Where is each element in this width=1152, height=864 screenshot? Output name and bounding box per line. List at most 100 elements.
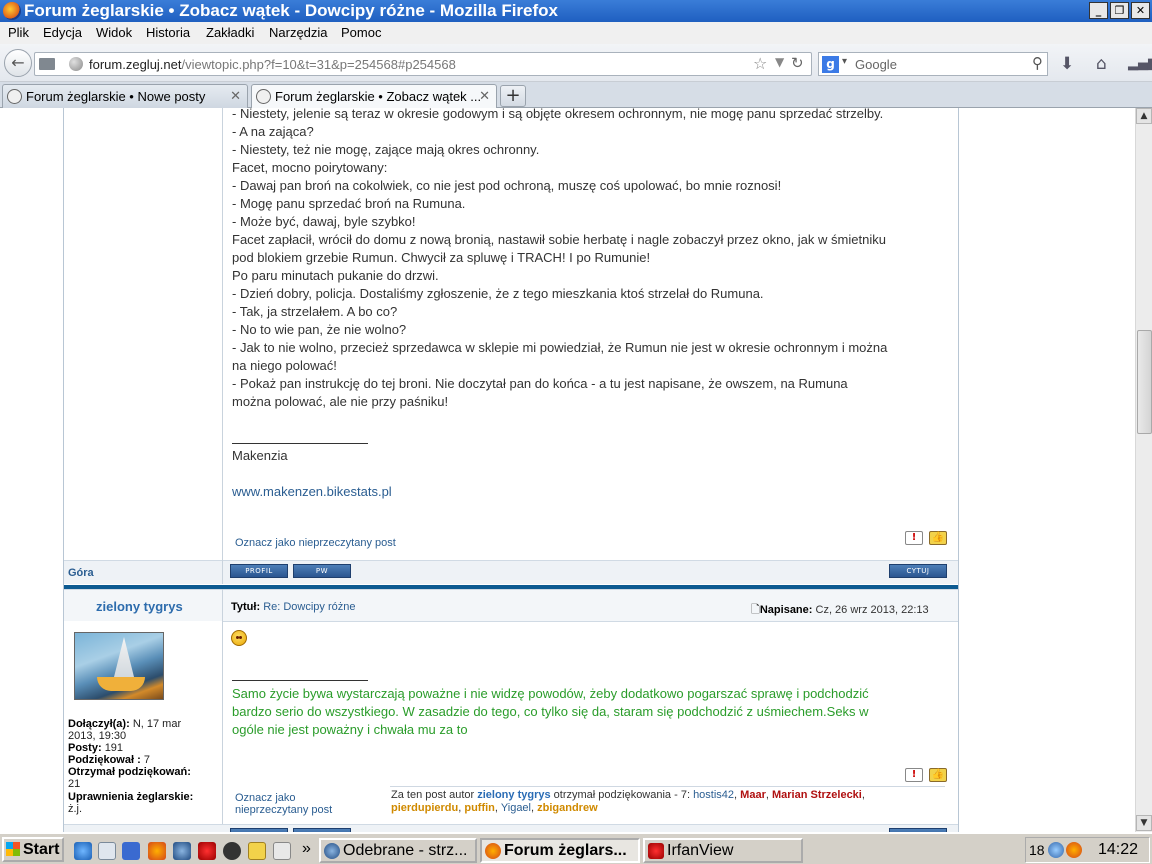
window-title: Forum żeglarskie • Zobacz wątek - Dowcip…	[24, 1, 559, 20]
tab-close-icon[interactable]: ✕	[230, 88, 241, 104]
title-value[interactable]: Re: Dowcipy różne	[263, 601, 355, 613]
thanks-icon[interactable]: 👍	[929, 768, 947, 782]
post-author-name[interactable]: zielony tygrys	[96, 599, 183, 614]
home-icon[interactable]: ⌂	[1096, 54, 1107, 74]
windows-logo-icon	[6, 842, 20, 856]
thanks-mid: otrzymał podziękowania - 7:	[553, 789, 690, 801]
thanks-user[interactable]: hostis42	[693, 789, 734, 801]
quote-button[interactable]: CYTUJ	[889, 564, 947, 578]
irfanview-quicklaunch-icon[interactable]	[198, 842, 216, 860]
firefox-quicklaunch-icon[interactable]	[148, 842, 166, 860]
thanks-user[interactable]: Yigael	[501, 802, 531, 814]
minimize-button[interactable]: _	[1089, 2, 1108, 19]
thanks-user[interactable]: pierdupierdu	[391, 802, 458, 814]
menu-zakladki[interactable]: Zakładki	[206, 25, 254, 40]
report-icon[interactable]: !	[905, 768, 923, 782]
menu-narzedzia[interactable]: Narzędzia	[269, 25, 328, 40]
thanks-divider	[390, 786, 945, 787]
mark-unread-link-2[interactable]: nieprzeczytany post	[235, 804, 332, 816]
scroll-up-icon[interactable]: ▲	[1136, 108, 1152, 124]
joined-label: Dołączył(a):	[68, 718, 130, 730]
profile-button[interactable]: PROFIL	[230, 564, 288, 578]
close-button[interactable]: ✕	[1131, 2, 1150, 19]
new-tab-button[interactable]: +	[500, 85, 526, 107]
vertical-scrollbar[interactable]: ▲ ▼	[1135, 108, 1152, 832]
thanks-user[interactable]: Maar	[740, 789, 766, 801]
url-text[interactable]: forum.zegluj.net/viewtopic.php?f=10&t=31…	[89, 57, 456, 72]
forum-border	[958, 108, 959, 832]
update-icon[interactable]	[1066, 842, 1082, 858]
mark-unread-link[interactable]: Oznacz jako	[235, 792, 296, 804]
task-firefox[interactable]: Forum żeglars...	[480, 838, 640, 863]
title-label: Tytuł:	[231, 601, 261, 613]
url-dropdown-icon[interactable]: ▼	[775, 55, 784, 69]
app-icon[interactable]	[122, 842, 140, 860]
restore-button[interactable]: ❐	[1110, 2, 1129, 19]
start-label: Start	[23, 841, 60, 858]
start-button[interactable]: Start	[2, 837, 64, 862]
boat-image	[97, 677, 145, 691]
search-input[interactable]: Google	[855, 57, 897, 72]
tab-bar: Forum żeglarskie • Nowe posty ✕ Forum że…	[0, 82, 1152, 108]
task-thunderbird[interactable]: Odebrane - strz...	[319, 838, 477, 863]
page-viewport: - Niestety, jelenie są teraz w okresie g…	[0, 108, 1135, 832]
thanks-user[interactable]: zbigandrew	[537, 802, 598, 814]
menu-edycja[interactable]: Edycja	[43, 25, 82, 40]
site-identity-icon[interactable]	[69, 57, 83, 71]
signature-link[interactable]: www.makenzen.bikestats.pl	[232, 484, 392, 499]
go-top-link[interactable]: Góra	[68, 567, 94, 579]
task-irfanview[interactable]: IrfanView	[643, 838, 803, 863]
task-label: Forum żeglars...	[504, 842, 627, 859]
pm-button[interactable]: PW	[293, 564, 351, 578]
post-line: Facet, mocno poirytowany:	[232, 160, 388, 175]
menu-plik[interactable]: Plik	[8, 25, 29, 40]
scroll-down-icon[interactable]: ▼	[1136, 815, 1152, 831]
thanks-user[interactable]: Marian Strzelecki	[772, 789, 862, 801]
thunderbird-icon[interactable]	[173, 842, 191, 860]
thanks-icon[interactable]: 👍	[929, 531, 947, 545]
clock[interactable]: 14:22	[1098, 841, 1138, 859]
search-magnifier-icon[interactable]: ⚲	[1032, 54, 1043, 72]
bookmark-star-icon[interactable]: ☆	[753, 54, 767, 73]
ie-icon[interactable]	[74, 842, 92, 860]
scroll-thumb[interactable]	[1137, 330, 1152, 434]
post-line: - Pokaż pan instrukcję do tej broni. Nie…	[232, 376, 848, 391]
tab-groups-icon[interactable]	[39, 58, 55, 70]
forum-border	[63, 108, 64, 832]
tab-zobacz-watek[interactable]: Forum żeglarskie • Zobacz wątek ... ✕	[251, 84, 497, 108]
notepad-icon[interactable]	[273, 842, 291, 860]
thanks-author[interactable]: zielony tygrys	[477, 789, 550, 801]
sail-image	[113, 637, 135, 681]
search-bar[interactable]: g ▾ Google ⚲	[818, 52, 1048, 76]
thanks-user[interactable]: puffin	[464, 802, 495, 814]
post-date: 🗋Napisane: Cz, 26 wrz 2013, 22:13	[751, 601, 929, 620]
quicklaunch-more-icon[interactable]: »	[302, 840, 311, 858]
signature-divider	[232, 443, 368, 444]
post-line: - Tak, ja strzelałem. A bo co?	[232, 304, 398, 319]
tab-favicon-icon	[7, 89, 22, 104]
desktop-icon[interactable]	[98, 842, 116, 860]
rights-value: ż.j.	[68, 803, 83, 815]
folder-icon[interactable]	[248, 842, 266, 860]
avatar[interactable]	[74, 632, 164, 700]
google-engine-icon[interactable]: g	[822, 56, 839, 73]
network-icon[interactable]	[1048, 842, 1064, 858]
menu-pomoc[interactable]: Pomoc	[341, 25, 381, 40]
post-line: pod blokiem grzebie Rumun. Chwycił za sp…	[232, 250, 651, 265]
report-icon[interactable]: !	[905, 531, 923, 545]
post-line: można polować, ale nie przy paśniku!	[232, 394, 449, 409]
menu-historia[interactable]: Historia	[146, 25, 190, 40]
menu-widok[interactable]: Widok	[96, 25, 132, 40]
tab-nowe-posty[interactable]: Forum żeglarskie • Nowe posty ✕	[2, 84, 248, 108]
tray-number: 18	[1029, 842, 1045, 858]
back-button[interactable]: ←	[4, 49, 32, 77]
mark-unread-link[interactable]: Oznacz jako nieprzeczytany post	[235, 537, 396, 549]
url-bar[interactable]: forum.zegluj.net/viewtopic.php?f=10&t=31…	[34, 52, 812, 76]
tab-close-icon[interactable]: ✕	[479, 88, 490, 104]
reload-icon[interactable]: ↻	[791, 54, 804, 72]
downloads-icon[interactable]: ⬇	[1060, 54, 1074, 74]
engine-dropdown-icon[interactable]: ▾	[842, 56, 847, 67]
signal-bars-icon[interactable]: ▂▄▆	[1128, 56, 1152, 71]
chat-icon[interactable]	[223, 842, 241, 860]
post-title: Tytuł: Re: Dowcipy różne	[231, 601, 356, 613]
